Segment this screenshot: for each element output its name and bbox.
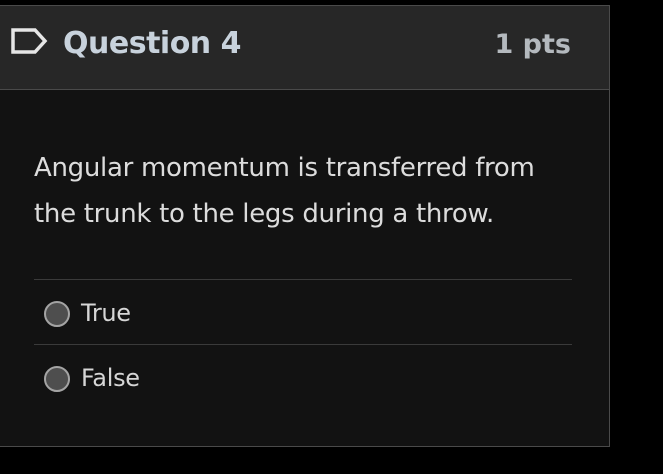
answer-option-true[interactable]: True [34, 281, 572, 343]
question-header: Question 4 1 pts [0, 6, 609, 90]
answer-divider [34, 279, 572, 280]
radio-button-true[interactable] [44, 301, 70, 327]
answer-divider [34, 344, 572, 345]
answer-option-false[interactable]: False [34, 346, 572, 408]
question-card: Question 4 1 pts Angular momentum is tra… [0, 5, 610, 447]
question-text: Angular momentum is transferred from the… [34, 153, 535, 229]
radio-button-false[interactable] [44, 366, 70, 392]
answer-label-true: True [81, 299, 131, 327]
answer-label-false: False [81, 364, 140, 392]
question-points: 1 pts [494, 29, 572, 60]
question-title: Question 4 [63, 26, 241, 61]
flag-icon[interactable] [10, 26, 50, 56]
